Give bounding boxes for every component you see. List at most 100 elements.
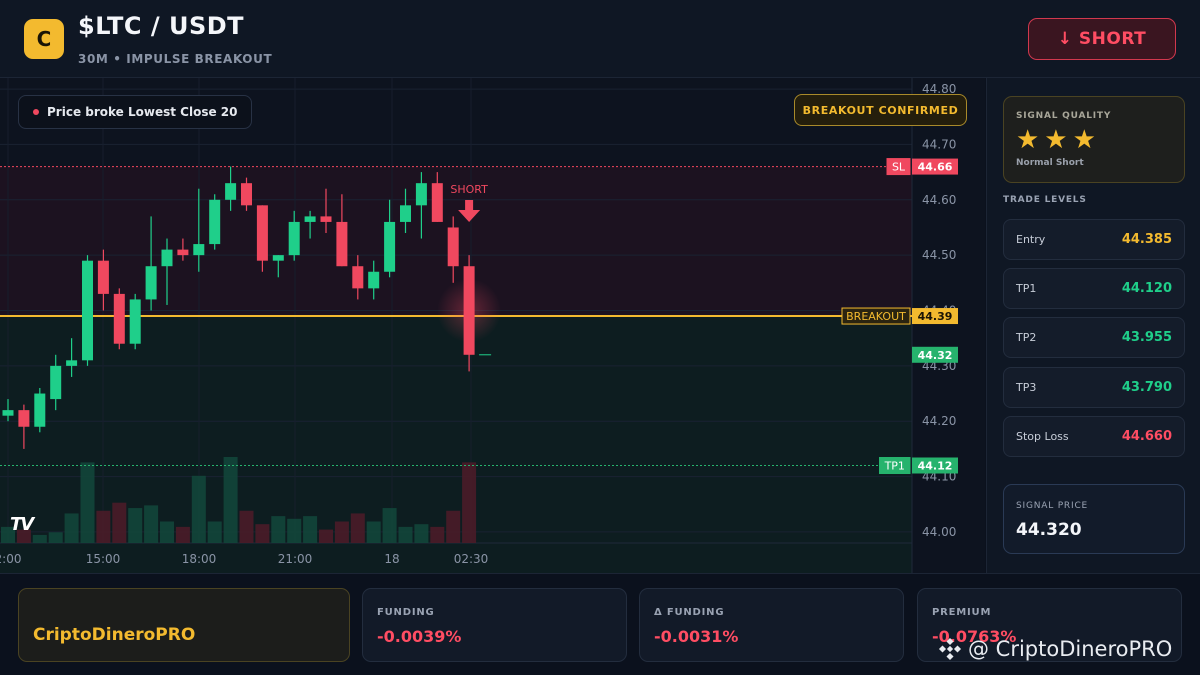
funding-card: FUNDING -0.0039% (362, 588, 627, 662)
x-tick-label: 15:00 (86, 552, 121, 566)
delta-funding-card: Δ FUNDING -0.0031% (639, 588, 904, 662)
short-button[interactable]: ↓ SHORT (1028, 18, 1176, 60)
price-chart[interactable]: 44.8044.7044.6044.5044.4044.3044.2044.10… (0, 78, 985, 573)
signal-dot-icon (33, 109, 39, 115)
header: C $LTC / USDT 30M • IMPULSE BREAKOUT ↓ S… (0, 0, 1200, 78)
candle-body (241, 183, 252, 206)
trade-level-name: TP3 (1016, 381, 1037, 394)
volume-bar (287, 518, 302, 543)
trade-level-name: Stop Loss (1016, 430, 1069, 443)
candle-body (34, 393, 46, 427)
footer: CriptoDineroPRO FUNDING -0.0039% Δ FUNDI… (0, 573, 1200, 675)
price-marker-label: SL (892, 161, 906, 174)
candle-body (50, 365, 62, 400)
price-marker-label: TP1 (884, 460, 905, 473)
candle-body (256, 205, 268, 261)
delta-funding-value: -0.0031% (654, 627, 739, 646)
trade-level-row: TP2 43.955 (1003, 317, 1185, 358)
candle-body (320, 216, 332, 222)
signal-price-value: 44.320 (1016, 520, 1082, 540)
candle-body (2, 410, 14, 416)
y-tick-label: 44.70 (922, 137, 956, 151)
trade-level-value: 44.120 (1121, 281, 1172, 296)
binance-logo-icon (938, 637, 962, 661)
volume-bar (303, 516, 318, 543)
candle-body (18, 410, 30, 427)
volume-bar (239, 510, 254, 543)
volume-bar (430, 526, 445, 543)
pair-subtitle: 30M • IMPULSE BREAKOUT (78, 52, 273, 66)
volume-bar (64, 513, 79, 543)
coin-logo-letter: C (36, 27, 52, 51)
candle-body (82, 260, 93, 361)
candle-body (463, 266, 475, 355)
volume-bar (319, 529, 333, 543)
candle-body (336, 221, 348, 267)
star-rating-icon: ★★★ (1016, 125, 1101, 155)
watermark-text: @ CriptoDineroPRO (968, 637, 1173, 661)
trade-level-value: 43.790 (1121, 380, 1172, 395)
trade-level-row: Stop Loss 44.660 (1003, 416, 1185, 457)
volume-bar (32, 534, 47, 543)
volume-bar (366, 521, 381, 543)
candle-body (193, 244, 205, 256)
volume-bar (334, 521, 349, 543)
brand-name: CriptoDineroPRO (33, 625, 196, 645)
trade-level-row: TP1 44.120 (1003, 268, 1185, 309)
delta-funding-label: Δ FUNDING (654, 607, 725, 618)
y-tick-label: 44.50 (922, 248, 956, 262)
candle-body (368, 271, 380, 289)
volume-bar (207, 521, 222, 543)
volume-bar (255, 524, 270, 543)
trade-levels-title: TRADE LEVELS (1003, 195, 1087, 205)
candle-body (288, 221, 300, 256)
volume-bar (160, 521, 174, 543)
candle-body (66, 360, 78, 366)
premium-label: PREMIUM (932, 607, 992, 618)
x-tick-label: 21:00 (278, 552, 313, 566)
price-marker-value: 44.39 (918, 310, 953, 323)
signal-quality-label: SIGNAL QUALITY (1016, 111, 1112, 121)
candle-body (384, 221, 396, 272)
candle-body (225, 183, 237, 200)
candle-body (129, 299, 141, 344)
candle-body (352, 266, 364, 289)
breakout-confirmed-badge: BREAKOUT CONFIRMED (794, 94, 967, 126)
price-marker-label: BREAKOUT (846, 310, 906, 323)
volume-bar (382, 508, 397, 543)
volume-bar (144, 505, 159, 543)
coin-logo: C (24, 19, 64, 59)
tradingview-logo-icon[interactable]: TV (10, 514, 34, 535)
candle-body (272, 255, 284, 261)
price-marker-value: 44.66 (918, 161, 953, 174)
signal-badge: Price broke Lowest Close 20 (18, 95, 253, 129)
volume-bar (191, 475, 206, 543)
volume-bar (128, 508, 143, 543)
volume-bar (398, 526, 413, 543)
pair-title: $LTC / USDT (78, 12, 245, 40)
volume-bar (80, 462, 95, 543)
trade-level-value: 44.660 (1121, 429, 1172, 444)
volume-bar (223, 457, 238, 543)
volume-bar (175, 526, 190, 543)
volume-bar (96, 510, 111, 543)
trade-level-value: 44.385 (1121, 232, 1172, 247)
y-tick-label: 44.20 (922, 414, 956, 428)
brand-card: CriptoDineroPRO (18, 588, 350, 662)
chart-canvas[interactable]: 44.8044.7044.6044.5044.4044.3044.2044.10… (0, 78, 985, 573)
trade-level-row: TP3 43.790 (1003, 367, 1185, 408)
price-marker-value: 44.32 (918, 349, 953, 362)
x-tick-label: 18 (384, 552, 399, 566)
watermark: @ CriptoDineroPRO (938, 637, 1172, 661)
y-tick-label: 44.60 (922, 193, 956, 207)
trade-level-name: Entry (1016, 233, 1046, 246)
volume-bar (350, 513, 365, 543)
volume-bar (414, 524, 429, 543)
signal-price-label: SIGNAL PRICE (1016, 501, 1089, 511)
funding-value: -0.0039% (377, 627, 462, 646)
trade-level-value: 43.955 (1121, 330, 1172, 345)
trade-level-name: TP2 (1016, 331, 1037, 344)
volume-bar (446, 510, 461, 543)
volume-bar (462, 462, 477, 543)
price-marker-value: 44.12 (918, 460, 953, 473)
